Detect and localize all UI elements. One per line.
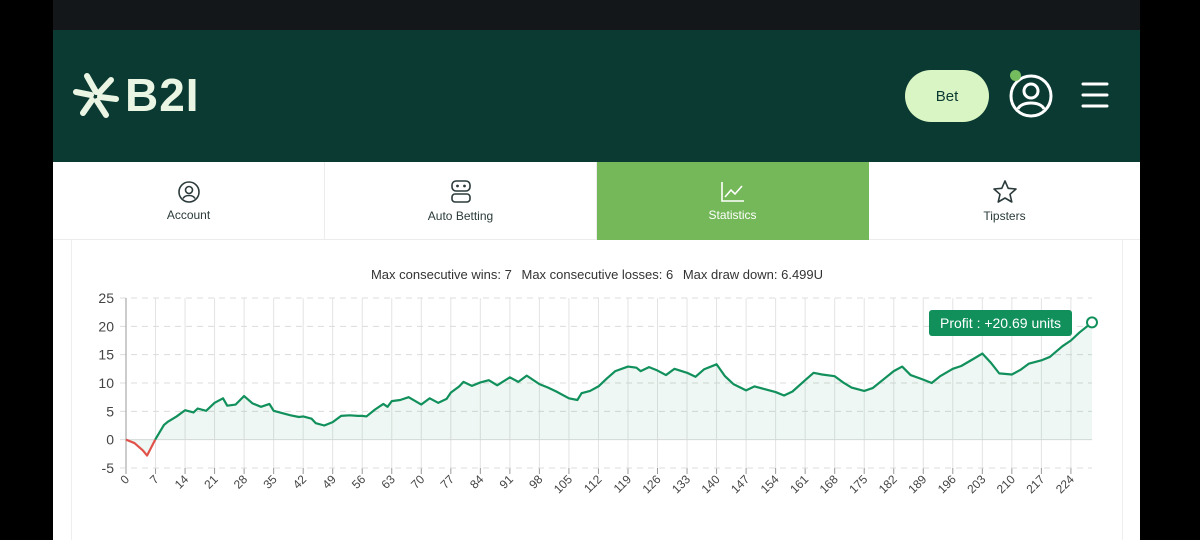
y-tick-label: 20 (98, 318, 114, 334)
tab-account[interactable]: Account (53, 162, 325, 240)
y-tick-label: -5 (102, 460, 115, 476)
profit-line-chart[interactable]: 0 7 14 21 28 35 42 49 56 63 70 77 84 91 98 105 112 119 126… (72, 240, 1122, 540)
x-tick-label: 203 (964, 472, 988, 496)
x-tick-label: 126 (640, 472, 664, 496)
x-tick-label: 63 (379, 472, 399, 492)
x-tick-label: 49 (319, 472, 339, 492)
x-tick-label: 168 (817, 472, 841, 496)
user-circle-icon (177, 180, 200, 203)
tab-label: Statistics (708, 207, 757, 222)
bet-button[interactable]: Bet (905, 70, 989, 122)
tab-tipsters[interactable]: Tipsters (869, 162, 1140, 240)
profile-button[interactable] (1007, 70, 1055, 120)
last-point-marker (1086, 316, 1098, 329)
app-window: B2I Bet Account Auto Betting Statistics … (53, 0, 1140, 540)
tab-label: Auto Betting (427, 208, 494, 223)
x-tick-label: 14 (172, 472, 192, 492)
x-tick-label: 91 (497, 472, 517, 492)
menu-button[interactable] (1081, 80, 1109, 110)
x-tick-label: 98 (526, 472, 546, 492)
starburst-logo-icon (73, 73, 119, 118)
x-tick-label: 112 (581, 472, 605, 496)
x-tick-label: 147 (728, 472, 752, 496)
x-tick-label: 105 (551, 472, 575, 496)
x-tick-label: 119 (611, 472, 635, 496)
x-tick-label: 154 (758, 472, 782, 496)
x-tick-label: 224 (1053, 472, 1077, 496)
brand-logo[interactable]: B2I (73, 70, 200, 120)
y-tick-label: 5 (106, 403, 114, 419)
x-tick-label: 70 (408, 472, 428, 492)
x-tick-label: 182 (876, 472, 900, 496)
x-tick-label: 175 (846, 472, 870, 496)
x-tick-label: 77 (438, 472, 458, 492)
tab-bar: Account Auto Betting Statistics Tipsters (53, 162, 1140, 240)
profit-tooltip: Profit : +20.69 units (929, 310, 1073, 336)
y-tick-label: 25 (98, 290, 114, 306)
y-tick-label: 0 (106, 432, 114, 448)
left-black-border (0, 0, 53, 540)
x-tick-label: 189 (905, 472, 929, 496)
brand-name: B2I (125, 69, 200, 121)
star-icon (992, 179, 1017, 203)
y-tick-label: 15 (98, 347, 114, 363)
x-tick-label: 28 (231, 472, 251, 492)
x-tick-label: 217 (1023, 472, 1047, 496)
hamburger-menu-icon (1081, 82, 1109, 108)
x-tick-label: 84 (467, 472, 487, 492)
line-chart-icon (720, 181, 744, 202)
tab-statistics[interactable]: Statistics (597, 162, 869, 240)
top-header: B2I Bet (53, 30, 1140, 162)
right-black-border (1140, 0, 1200, 540)
x-tick-label: 196 (935, 472, 959, 496)
statistics-chart-card: Max consecutive wins: 7 Max consecutive … (71, 240, 1123, 540)
x-tick-label: 140 (699, 472, 723, 496)
x-tick-label: 56 (349, 472, 369, 492)
online-status-dot (1010, 70, 1021, 81)
x-tick-label: 42 (290, 472, 310, 492)
tab-label: Tipsters (983, 208, 1026, 223)
x-tick-label: 210 (994, 472, 1018, 496)
status-bar (53, 0, 1140, 30)
x-tick-label: 161 (787, 472, 811, 496)
x-tick-label: 35 (260, 472, 280, 492)
profit-area (126, 322, 1092, 456)
x-tick-label: 0 (117, 472, 132, 487)
x-tick-label: 21 (201, 472, 221, 492)
tab-label: Account (166, 207, 211, 222)
robot-icon (450, 179, 471, 203)
x-tick-label: 133 (669, 472, 693, 496)
tab-auto-betting[interactable]: Auto Betting (325, 162, 597, 240)
y-tick-label: 10 (98, 375, 114, 391)
x-tick-label: 7 (147, 472, 162, 487)
